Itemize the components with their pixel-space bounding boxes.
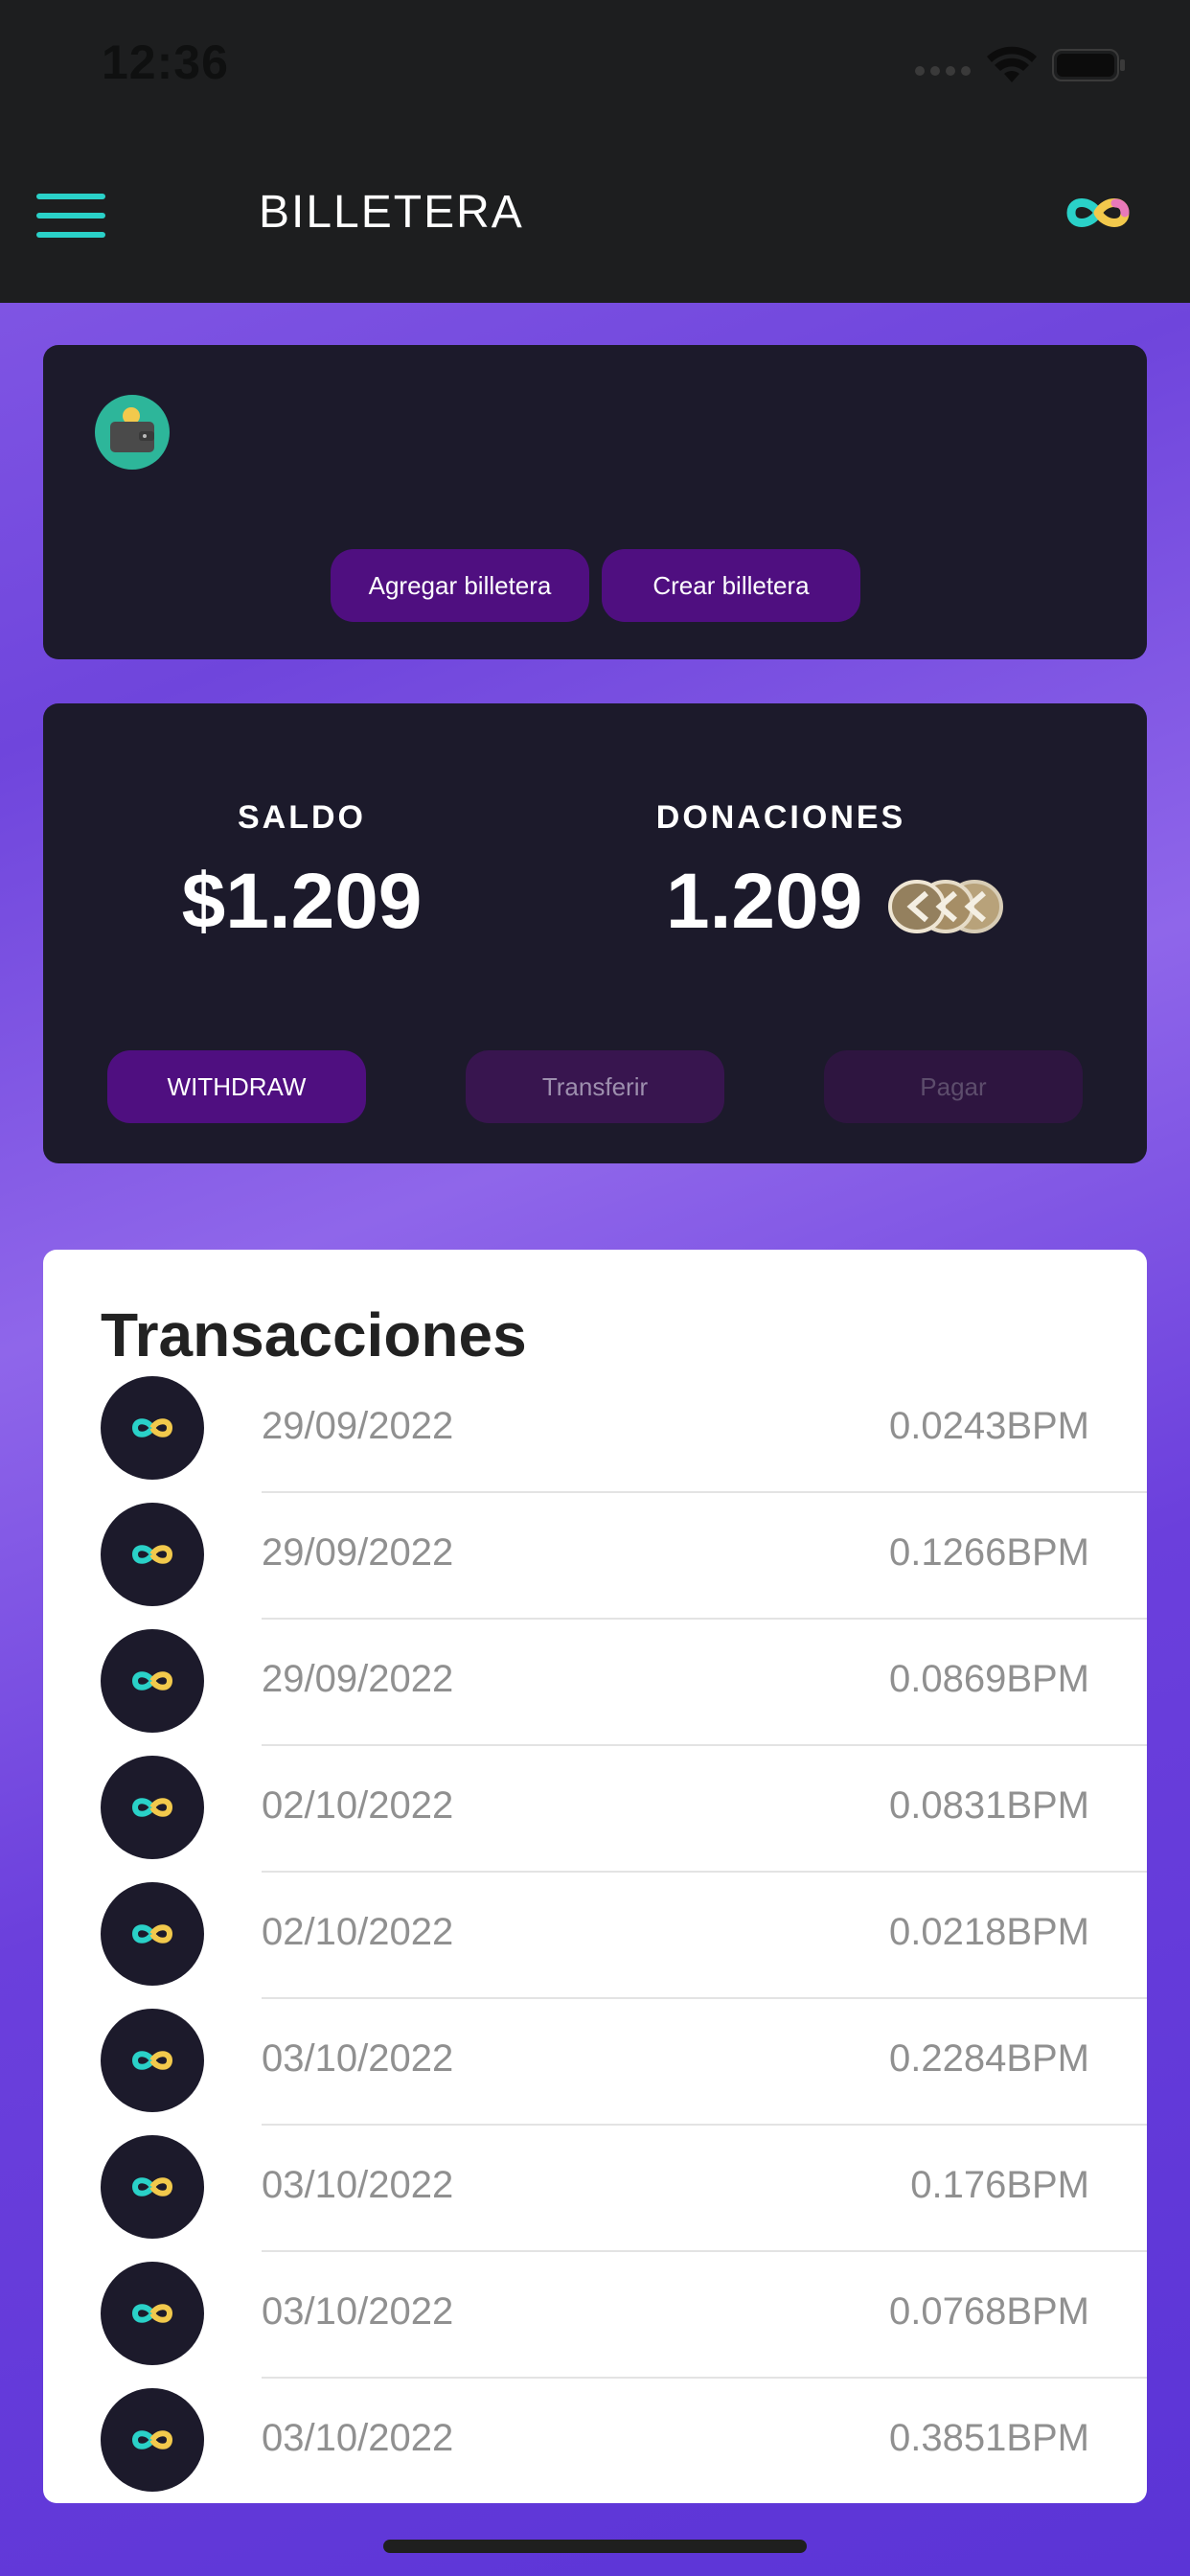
infinity-logo-icon — [1066, 198, 1130, 227]
transaction-amount: 0.0869BPM — [888, 1658, 1089, 1700]
transaction-date: 03/10/2022 — [262, 2037, 454, 2080]
transactions-title: Transacciones — [101, 1300, 527, 1369]
withdraw-button[interactable]: WITHDRAW — [107, 1050, 366, 1123]
transaction-date: 02/10/2022 — [262, 1784, 454, 1827]
transaction-row[interactable]: 03/10/2022 0.3851BPM — [43, 2388, 1147, 2503]
infinity-avatar-icon — [101, 2009, 204, 2112]
transaction-row[interactable]: 29/09/2022 0.0869BPM — [43, 1629, 1147, 1756]
row-divider — [262, 2377, 1147, 2379]
infinity-avatar-icon — [101, 2388, 204, 2492]
hamburger-menu-icon[interactable] — [36, 194, 105, 238]
add-wallet-button[interactable]: Agregar billetera — [331, 549, 589, 622]
wifi-icon — [987, 46, 1037, 82]
transaction-amount: 0.0218BPM — [888, 1911, 1089, 1953]
battery-icon — [1052, 49, 1125, 81]
transaction-date: 29/09/2022 — [262, 1405, 454, 1447]
transaction-amount: 0.0243BPM — [888, 1405, 1089, 1447]
infinity-avatar-icon — [101, 2135, 204, 2239]
home-indicator[interactable] — [383, 2540, 807, 2553]
transaction-amount: 0.1266BPM — [888, 1531, 1089, 1574]
coins-icon — [888, 880, 1003, 933]
transaction-amount: 0.176BPM — [910, 2164, 1089, 2206]
transaction-row[interactable]: 03/10/2022 0.2284BPM — [43, 2009, 1147, 2135]
transaction-row[interactable]: 02/10/2022 0.0218BPM — [43, 1882, 1147, 2009]
transfer-button[interactable]: Transferir — [466, 1050, 724, 1123]
transaction-date: 03/10/2022 — [262, 2164, 454, 2206]
row-divider — [262, 1618, 1147, 1620]
saldo-value: $1.209 — [181, 858, 423, 945]
transaction-amount: 0.3851BPM — [888, 2417, 1089, 2459]
row-divider — [262, 1997, 1147, 1999]
saldo-label: SALDO — [238, 799, 366, 836]
infinity-avatar-icon — [101, 1882, 204, 1986]
transaction-date: 29/09/2022 — [262, 1658, 454, 1700]
row-divider — [262, 2124, 1147, 2126]
row-divider — [262, 2250, 1147, 2252]
app-header: BILLETERA — [0, 134, 1190, 303]
infinity-avatar-icon — [101, 1629, 204, 1733]
row-divider — [262, 1744, 1147, 1746]
row-divider — [262, 1871, 1147, 1873]
wallet-card: Agregar billetera Crear billetera — [43, 345, 1147, 659]
transaction-date: 03/10/2022 — [262, 2417, 454, 2459]
transaction-amount: 0.0768BPM — [888, 2290, 1089, 2333]
status-bar: 12:36 — [0, 0, 1190, 134]
cellular-signal-icon — [915, 63, 976, 80]
transaction-row[interactable]: 03/10/2022 0.0768BPM — [43, 2262, 1147, 2388]
pay-button[interactable]: Pagar — [824, 1050, 1083, 1123]
transaction-row[interactable]: 03/10/2022 0.176BPM — [43, 2135, 1147, 2262]
transaction-date: 03/10/2022 — [262, 2290, 454, 2333]
infinity-avatar-icon — [101, 1503, 204, 1606]
row-divider — [262, 1491, 1147, 1493]
donaciones-label: DONACIONES — [655, 799, 906, 836]
infinity-avatar-icon — [101, 1756, 204, 1859]
status-time: 12:36 — [102, 35, 229, 89]
transaction-row[interactable]: 02/10/2022 0.0831BPM — [43, 1756, 1147, 1882]
transaction-row[interactable]: 29/09/2022 0.0243BPM — [43, 1376, 1147, 1503]
infinity-avatar-icon — [101, 2262, 204, 2365]
transaction-date: 02/10/2022 — [262, 1911, 454, 1953]
transactions-card: Transacciones 29/09/2022 0.0243BPM 29/09… — [43, 1250, 1147, 2503]
wallet-icon — [95, 395, 170, 470]
infinity-avatar-icon — [101, 1376, 204, 1480]
page-title: BILLETERA — [259, 187, 524, 238]
transaction-amount: 0.0831BPM — [888, 1784, 1089, 1827]
transaction-date: 29/09/2022 — [262, 1531, 454, 1574]
transaction-row[interactable]: 29/09/2022 0.1266BPM — [43, 1503, 1147, 1629]
create-wallet-button[interactable]: Crear billetera — [602, 549, 860, 622]
balance-card: SALDO $1.209 DONACIONES 1.209 WITHDRAW T… — [43, 703, 1147, 1163]
donaciones-value: 1.209 — [666, 858, 863, 945]
transaction-amount: 0.2284BPM — [888, 2037, 1089, 2080]
